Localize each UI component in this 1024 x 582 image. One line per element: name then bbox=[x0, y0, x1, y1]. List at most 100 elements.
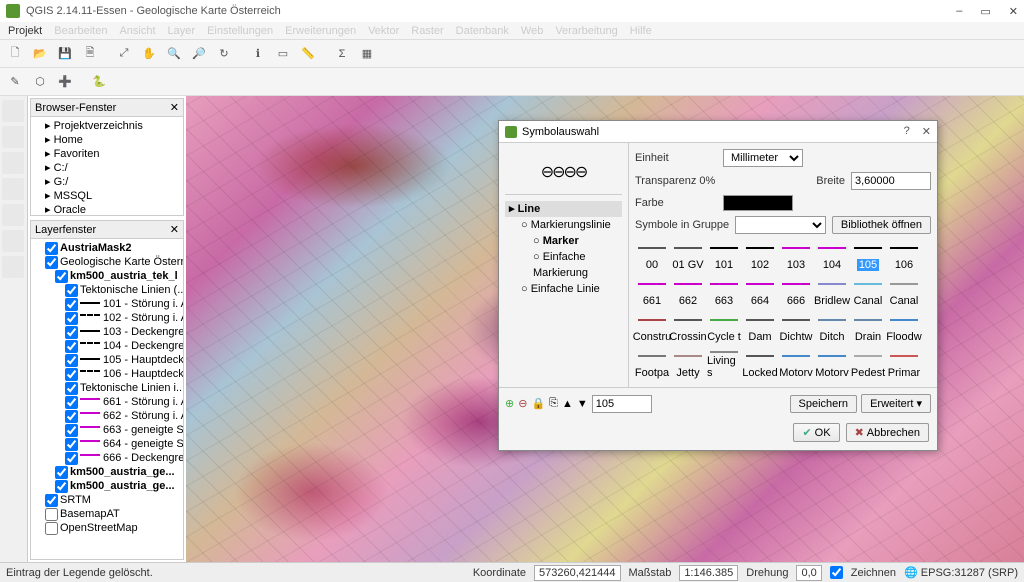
layer-item[interactable]: 103 - Deckengrenz... bbox=[33, 325, 181, 339]
menu-item[interactable]: Einstellungen bbox=[207, 25, 273, 37]
maximize-icon[interactable]: ▭ bbox=[980, 5, 990, 18]
move-up-icon[interactable]: ▲ bbox=[562, 398, 573, 410]
symbol-cell[interactable]: Motorv bbox=[779, 347, 813, 381]
layer-item[interactable]: Geologische Karte Österrei... bbox=[33, 255, 181, 269]
menu-item[interactable]: Vektor bbox=[368, 25, 399, 37]
layer-checkbox[interactable] bbox=[65, 368, 78, 381]
symbol-cell[interactable]: 666 bbox=[779, 275, 813, 309]
identify-icon[interactable]: ℹ bbox=[247, 43, 269, 65]
browser-item[interactable]: ▸ G:/ bbox=[33, 175, 181, 189]
layer-item[interactable]: 662 - Störung i. Allg... bbox=[33, 409, 181, 423]
symbol-cell[interactable]: 106 bbox=[887, 239, 921, 273]
layer-item[interactable]: km500_austria_ge... bbox=[33, 465, 181, 479]
browser-item[interactable]: ▸ Favoriten bbox=[33, 147, 181, 161]
layer-item[interactable]: 661 - Störung i. Allg... bbox=[33, 395, 181, 409]
layer-item[interactable]: SRTM bbox=[33, 493, 181, 507]
layer-item[interactable]: AustriaMask2 bbox=[33, 241, 181, 255]
symbol-cell[interactable]: 101 bbox=[707, 239, 741, 273]
menu-item[interactable]: Hilfe bbox=[630, 25, 652, 37]
symbol-cell[interactable]: Footpa bbox=[635, 347, 669, 381]
layer-item[interactable]: km500_austria_tek_l bbox=[33, 269, 181, 283]
add-gpx-icon[interactable] bbox=[2, 230, 24, 252]
new-project-icon[interactable]: 🗋 bbox=[4, 43, 26, 65]
symbol-cell[interactable]: 663 bbox=[707, 275, 741, 309]
layer-item[interactable]: OpenStreetMap bbox=[33, 521, 181, 535]
layer-checkbox[interactable] bbox=[65, 340, 78, 353]
symbol-name-input[interactable] bbox=[592, 395, 652, 413]
symbol-cell[interactable]: Dam bbox=[743, 311, 777, 345]
layer-checkbox[interactable] bbox=[45, 508, 58, 521]
symbol-cell[interactable]: 01 GV bbox=[671, 239, 705, 273]
symbol-cell[interactable]: 104 bbox=[815, 239, 849, 273]
layer-checkbox[interactable] bbox=[45, 242, 58, 255]
symbol-tree-item[interactable]: ○ Einfache Markierung bbox=[505, 249, 622, 281]
layer-checkbox[interactable] bbox=[65, 382, 78, 395]
browser-item[interactable]: ▸ C:/ bbox=[33, 161, 181, 175]
cancel-button[interactable]: ✖Abbrechen bbox=[846, 423, 929, 442]
measure-icon[interactable]: 📏 bbox=[297, 43, 319, 65]
symbol-cell[interactable]: Dichtw bbox=[779, 311, 813, 345]
symbol-tree-item[interactable]: ○ Marker bbox=[505, 233, 622, 249]
layer-checkbox[interactable] bbox=[65, 312, 78, 325]
group-select[interactable] bbox=[735, 216, 826, 234]
close-icon[interactable]: ✕ bbox=[1009, 5, 1018, 18]
menu-item[interactable]: Raster bbox=[411, 25, 443, 37]
browser-item[interactable]: ▸ Projektverzeichnis bbox=[33, 119, 181, 133]
symbol-cell[interactable]: Canal bbox=[851, 275, 885, 309]
menu-item[interactable]: Ansicht bbox=[119, 25, 155, 37]
color-swatch[interactable] bbox=[723, 195, 793, 211]
panel-close-icon[interactable]: ✕ bbox=[170, 101, 179, 114]
panel-close-icon[interactable]: ✕ bbox=[170, 223, 179, 236]
layer-checkbox[interactable] bbox=[65, 298, 78, 311]
crs-badge[interactable]: 🌐 EPSG:31287 (SRP) bbox=[904, 566, 1018, 579]
symbol-grid[interactable]: 0001 GV101102103104105106661662663664666… bbox=[635, 239, 931, 381]
layer-checkbox[interactable] bbox=[55, 270, 68, 283]
layer-item[interactable]: 102 - Störung i. Allg... bbox=[33, 311, 181, 325]
zoom-out-icon[interactable]: 🔎 bbox=[188, 43, 210, 65]
symbol-cell[interactable]: Locked bbox=[743, 347, 777, 381]
edit-toggle-icon[interactable]: ✎ bbox=[4, 71, 26, 93]
open-library-button[interactable]: Bibliothek öffnen bbox=[832, 216, 931, 234]
symbol-cell[interactable]: Canal bbox=[887, 275, 921, 309]
dialog-close-icon[interactable]: ✕ bbox=[922, 125, 931, 138]
layer-checkbox[interactable] bbox=[45, 256, 58, 269]
save-as-icon[interactable]: 🗎 bbox=[79, 43, 101, 65]
symbol-cell[interactable]: Constru bbox=[635, 311, 669, 345]
layer-checkbox[interactable] bbox=[65, 438, 78, 451]
ok-button[interactable]: ✔OK bbox=[793, 423, 839, 442]
menu-item[interactable]: Datenbank bbox=[456, 25, 509, 37]
minimize-icon[interactable]: – bbox=[956, 5, 962, 18]
symbol-cell[interactable]: Jetty bbox=[671, 347, 705, 381]
symbol-cell[interactable]: 662 bbox=[671, 275, 705, 309]
open-icon[interactable]: 📂 bbox=[29, 43, 51, 65]
menu-item[interactable]: Bearbeiten bbox=[54, 25, 107, 37]
layer-item[interactable]: 101 - Störung i. Allg... bbox=[33, 297, 181, 311]
layer-item[interactable]: BasemapAT bbox=[33, 507, 181, 521]
table-icon[interactable]: ▦ bbox=[356, 43, 378, 65]
width-input[interactable] bbox=[851, 172, 931, 190]
layer-checkbox[interactable] bbox=[65, 354, 78, 367]
menu-item[interactable]: Erweiterungen bbox=[285, 25, 356, 37]
symbol-cell[interactable]: Cycle t bbox=[707, 311, 741, 345]
layer-item[interactable]: 104 - Deckengrenz... bbox=[33, 339, 181, 353]
pan-icon[interactable]: ✋ bbox=[138, 43, 160, 65]
layer-item[interactable]: 105 - Hauptdecken... bbox=[33, 353, 181, 367]
symbol-cell[interactable]: 102 bbox=[743, 239, 777, 273]
symbol-cell[interactable]: Primar bbox=[887, 347, 921, 381]
symbol-cell[interactable]: Floodw bbox=[887, 311, 921, 345]
save-style-button[interactable]: Speichern bbox=[790, 395, 858, 413]
symbol-cell[interactable]: Motorv bbox=[815, 347, 849, 381]
save-icon[interactable]: 💾 bbox=[54, 43, 76, 65]
node-tool-icon[interactable]: ⬡ bbox=[29, 71, 51, 93]
symbol-cell[interactable]: Living s bbox=[707, 347, 741, 381]
duplicate-icon[interactable]: ⎘ bbox=[549, 397, 558, 410]
zoom-in-icon[interactable]: 🔍 bbox=[163, 43, 185, 65]
rotation-value[interactable]: 0,0 bbox=[796, 565, 821, 581]
menu-item[interactable]: Layer bbox=[168, 25, 196, 37]
symbol-cell[interactable]: Pedest bbox=[851, 347, 885, 381]
browser-item[interactable]: ▸ Oracle bbox=[33, 203, 181, 215]
layer-item[interactable]: 664 - geneigte Stör... bbox=[33, 437, 181, 451]
lock-icon[interactable]: 🔒 bbox=[531, 397, 545, 410]
symbol-cell[interactable]: Drain bbox=[851, 311, 885, 345]
render-checkbox[interactable] bbox=[830, 566, 843, 579]
